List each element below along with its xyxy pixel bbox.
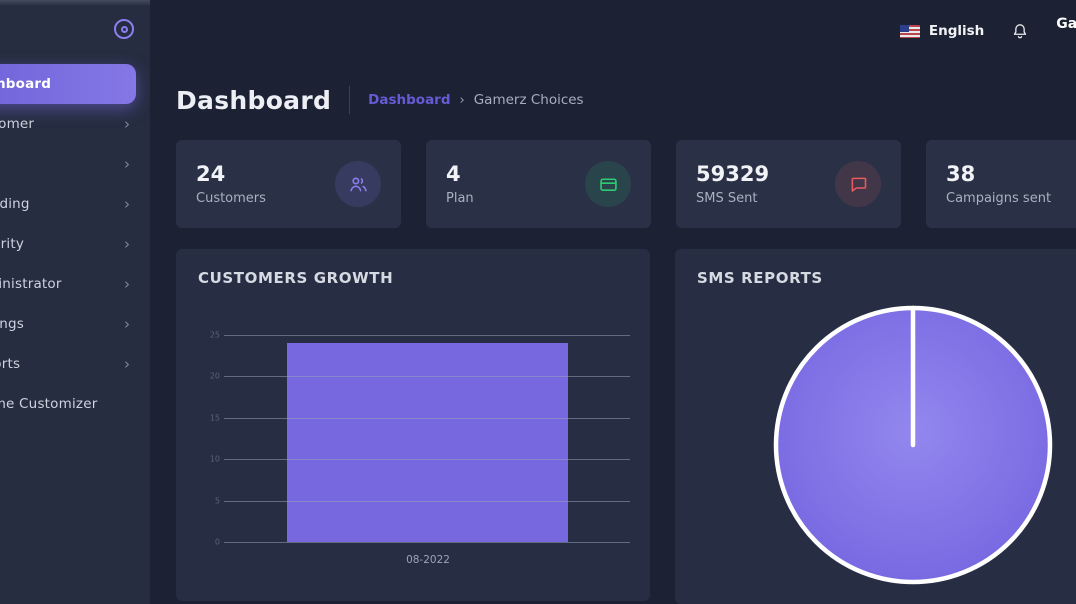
user-menu[interactable]: Gamerz Choices Available — [1056, 16, 1076, 47]
chevron-right-icon: › — [124, 237, 130, 252]
chevron-right-icon: › — [124, 357, 130, 372]
breadcrumb-link[interactable]: Dashboard — [368, 92, 450, 108]
sidebar-item-customer[interactable]: Customer › — [0, 104, 150, 144]
credit-card-icon — [585, 161, 631, 207]
divider — [349, 86, 350, 114]
user-name: Gamerz Choices — [1056, 16, 1076, 32]
sidebar-item-label: Branding — [0, 196, 124, 212]
y-tick-label: 25 — [204, 331, 220, 340]
chevron-right-icon: › — [124, 277, 130, 292]
y-tick-label: 20 — [204, 372, 220, 381]
gridline — [224, 501, 630, 502]
sidebar-item-label: SMS — [0, 156, 124, 172]
stat-label: Plan — [446, 191, 474, 206]
customers-growth-chart[interactable]: 08-2022 2520151050 — [204, 335, 630, 542]
us-flag-icon — [900, 25, 920, 38]
chevron-right-icon: › — [124, 317, 130, 332]
stat-label: Customers — [196, 191, 266, 206]
sidebar-item-label: Security — [0, 236, 124, 252]
breadcrumb-current: Gamerz Choices — [474, 92, 584, 108]
page-title: Dashboard — [176, 86, 331, 115]
language-selector[interactable]: English — [900, 23, 984, 39]
sidebar: Dashboard Customer › SMS › Branding › Se… — [0, 0, 150, 604]
chevron-right-icon: › — [124, 197, 130, 212]
stat-value: 4 — [446, 162, 474, 186]
sms-reports-title: SMS REPORTS — [675, 249, 1076, 287]
y-tick-label: 15 — [204, 413, 220, 422]
customers-growth-title: CUSTOMERS GROWTH — [176, 249, 650, 287]
sms-reports-panel: SMS REPORTS — [675, 249, 1076, 604]
sidebar-item-label: Reports — [0, 356, 124, 372]
sidebar-item-security[interactable]: Security › — [0, 224, 150, 264]
y-tick-label: 5 — [204, 496, 220, 505]
sidebar-item-branding[interactable]: Branding › — [0, 184, 150, 224]
y-tick-label: 0 — [204, 538, 220, 547]
y-tick-label: 10 — [204, 455, 220, 464]
users-icon — [335, 161, 381, 207]
chevron-right-icon: › — [124, 117, 130, 132]
sidebar-item-label: Settings — [0, 316, 124, 332]
breadcrumb: Dashboard › Gamerz Choices — [368, 92, 583, 108]
growth-bar — [287, 343, 568, 542]
language-label: English — [929, 23, 984, 39]
gridline — [224, 376, 630, 377]
sidebar-item-theme-customizer[interactable]: Theme Customizer — [0, 384, 150, 424]
customers-growth-panel: CUSTOMERS GROWTH 08-2022 25 20 15 10 5 0 — [176, 249, 650, 601]
stat-card-plan[interactable]: 4 Plan — [426, 140, 651, 228]
sidebar-toggle-icon[interactable] — [114, 19, 134, 39]
stat-value: 59329 — [696, 162, 769, 186]
notifications-button[interactable] — [1010, 21, 1030, 42]
sidebar-item-label: Theme Customizer — [0, 396, 130, 412]
sidebar-item-label: Customer — [0, 116, 124, 132]
chat-icon — [835, 161, 881, 207]
stat-value: 24 — [196, 162, 266, 186]
gridline — [224, 542, 630, 543]
sidebar-item-sms[interactable]: SMS › — [0, 144, 150, 184]
growth-x-label: 08-2022 — [406, 554, 450, 566]
sidebar-item-reports[interactable]: Reports › — [0, 344, 150, 384]
stat-label: Campaigns sent — [946, 191, 1051, 206]
gridline — [224, 418, 630, 419]
stat-card-customers[interactable]: 24 Customers — [176, 140, 401, 228]
user-status: Available — [1056, 34, 1076, 47]
main-area: English Gamerz Choices Available Dashboa… — [150, 0, 1076, 604]
sidebar-item-label: Administrator — [0, 276, 124, 292]
gridline — [224, 459, 630, 460]
sms-pie-chart[interactable] — [768, 300, 1058, 590]
sidebar-menu: Dashboard Customer › SMS › Branding › Se… — [0, 64, 150, 424]
breadcrumb-separator-icon: › — [460, 93, 465, 108]
bell-icon — [1010, 21, 1030, 42]
sidebar-item-label: Dashboard — [0, 76, 127, 92]
stat-card-sms-sent[interactable]: 59329 SMS Sent — [676, 140, 901, 228]
gridline — [224, 335, 630, 336]
stat-cards: 24 Customers 4 Plan 59329 SMS Sent 38 Ca… — [150, 140, 1076, 228]
stat-card-campaigns-sent[interactable]: 38 Campaigns sent — [926, 140, 1076, 228]
stat-label: SMS Sent — [696, 191, 769, 206]
topbar: English Gamerz Choices Available — [150, 0, 1076, 62]
sidebar-item-administrator[interactable]: Administrator › — [0, 264, 150, 304]
sidebar-item-settings[interactable]: Settings › — [0, 304, 150, 344]
chevron-right-icon: › — [124, 157, 130, 172]
sidebar-item-dashboard[interactable]: Dashboard — [0, 64, 136, 104]
stat-value: 38 — [946, 162, 1051, 186]
